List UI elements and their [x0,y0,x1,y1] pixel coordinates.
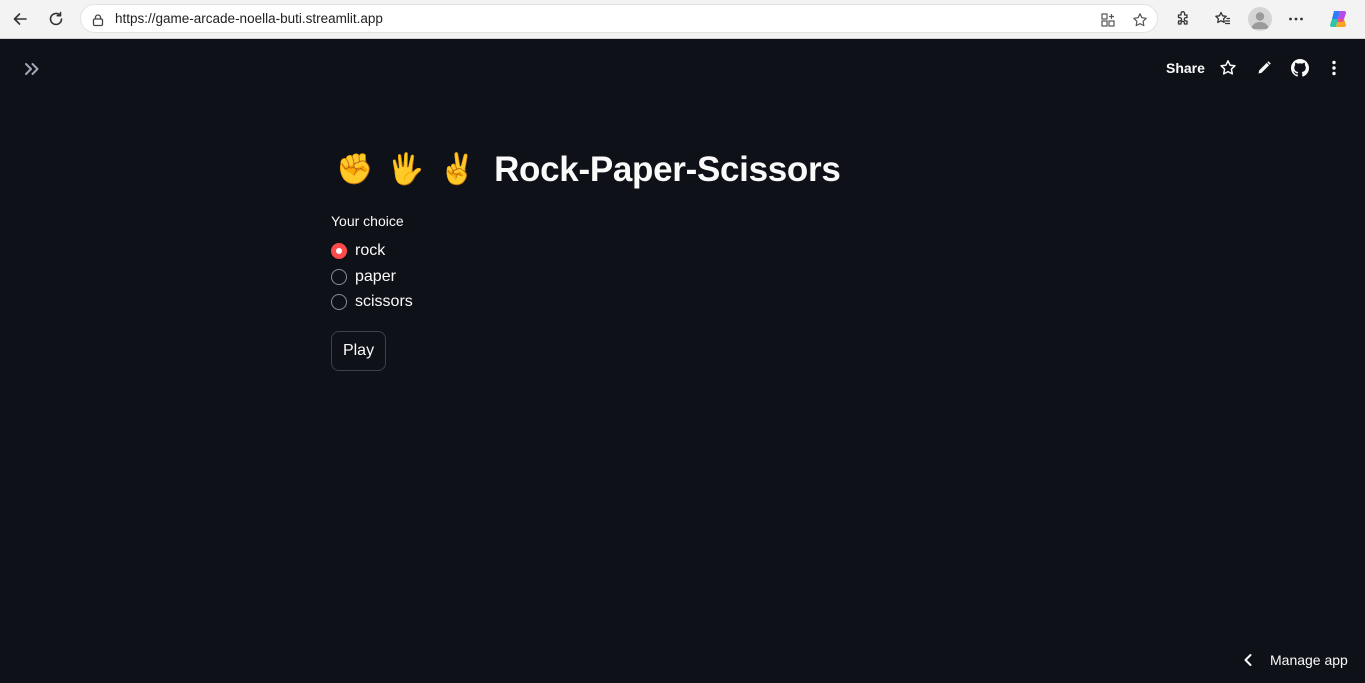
favorites-icon[interactable] [1210,6,1236,32]
github-icon[interactable] [1289,57,1311,79]
paper-hand-emoji-icon: 🖐 [387,153,425,186]
expand-sidebar-icon[interactable] [20,58,44,80]
radio-option-scissors[interactable]: scissors [331,293,413,311]
share-button[interactable]: Share [1166,60,1205,76]
title-text: Rock-Paper-Scissors [494,150,841,189]
play-button[interactable]: Play [331,331,386,371]
choice-label: Your choice [331,213,404,229]
radio-button[interactable] [331,269,347,285]
manage-app-label: Manage app [1270,652,1348,668]
app-container: Share ✊ 🖐 ✌ Rock-Paper-Scissors Your cho… [0,40,1365,683]
browser-toolbar: https://game-arcade-noella-buti.streamli… [0,0,1365,39]
radio-label[interactable]: rock [355,242,385,260]
edit-pencil-icon[interactable] [1253,57,1275,79]
profile-avatar-icon[interactable] [1248,7,1272,31]
extensions-icon[interactable] [1170,6,1196,32]
chevron-left-icon [1244,654,1252,666]
star-icon[interactable] [1217,57,1239,79]
page-title: ✊ 🖐 ✌ Rock-Paper-Scissors [336,150,841,190]
app-available-icon[interactable] [1099,11,1117,29]
scissors-victory-emoji-icon: ✌ [438,153,477,186]
radio-button[interactable] [331,294,347,310]
radio-label[interactable]: paper [355,268,396,286]
radio-option-paper[interactable]: paper [331,268,396,286]
reload-icon[interactable] [43,6,69,32]
radio-button-selected[interactable] [331,243,347,259]
manage-app-button[interactable]: Manage app [1240,652,1348,668]
favorite-star-icon[interactable] [1131,11,1149,29]
rock-fist-emoji-icon: ✊ [336,153,374,186]
copilot-icon[interactable] [1326,6,1352,32]
radio-label[interactable]: scissors [355,293,413,311]
more-options-icon[interactable] [1283,6,1309,32]
back-icon[interactable] [7,6,33,32]
url-text[interactable]: https://game-arcade-noella-buti.streamli… [115,11,383,26]
radio-option-rock[interactable]: rock [331,242,385,260]
site-info-icon[interactable] [89,11,107,29]
main-menu-icon[interactable] [1323,57,1345,79]
address-bar[interactable]: https://game-arcade-noella-buti.streamli… [80,4,1158,33]
